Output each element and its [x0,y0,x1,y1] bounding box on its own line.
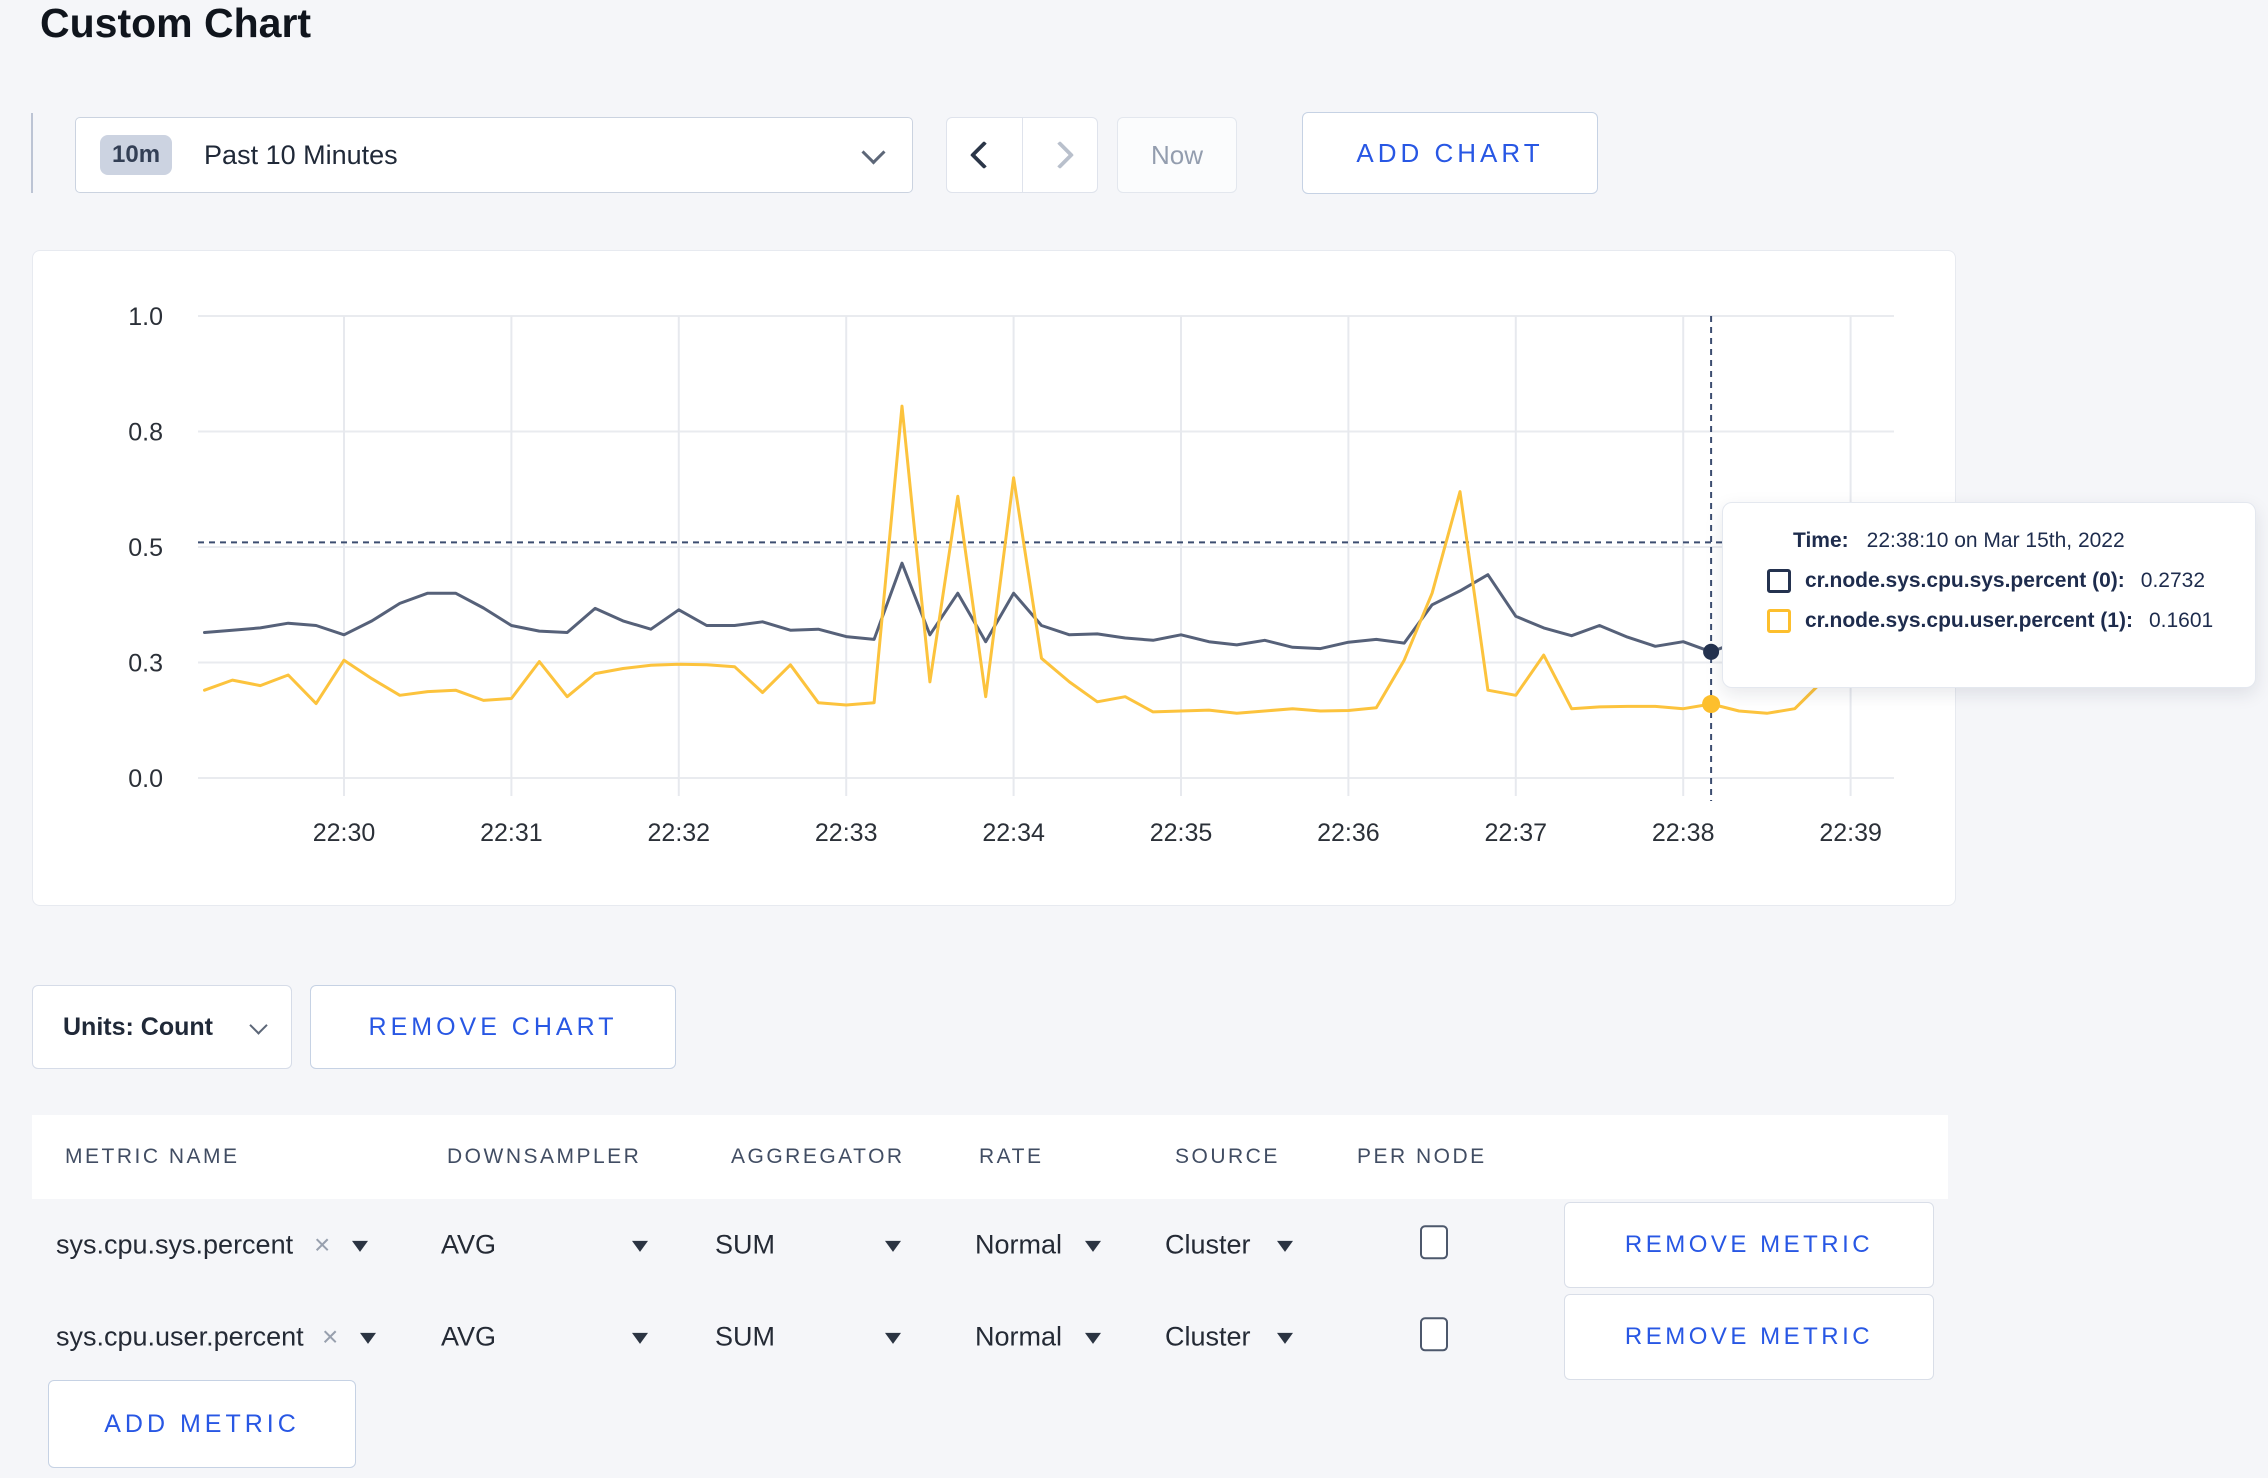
x-axis-tick-label: 22:37 [1485,819,1548,847]
rate-caret-icon[interactable] [1085,1332,1101,1344]
downsampler-select[interactable]: AVG [441,1322,496,1353]
source-caret-icon[interactable] [1277,1240,1293,1252]
y-axis-tick-label: 0.3 [128,650,163,678]
next-range-button[interactable] [1023,118,1098,192]
col-header-aggregator: AGGREGATOR [731,1145,905,1168]
tooltip-time-row: Time: 22:38:10 on Mar 15th, 2022 [1767,529,2255,553]
col-header-per-node: PER NODE [1357,1145,1487,1168]
source-select[interactable]: Cluster [1165,1322,1251,1353]
chevron-down-icon [861,139,886,165]
tooltip-series-name: cr.node.sys.cpu.user.percent (1): [1805,609,2133,632]
x-axis-tick-label: 22:31 [480,819,543,847]
y-axis-tick-label: 1.0 [128,303,163,331]
aggregator-caret-icon[interactable] [885,1332,901,1344]
downsampler-caret-icon[interactable] [632,1240,648,1252]
remove-chart-button[interactable]: REMOVE CHART [310,985,676,1069]
aggregator-select[interactable]: SUM [715,1230,775,1261]
tooltip-time-value: 22:38:10 on Mar 15th, 2022 [1866,529,2125,552]
chevron-right-icon [1045,140,1074,170]
col-header-source: SOURCE [1175,1145,1280,1168]
source-select[interactable]: Cluster [1165,1230,1251,1261]
metric-name-value[interactable]: sys.cpu.sys.percent [56,1230,293,1261]
tooltip-series-value: 0.2732 [2140,569,2206,592]
units-select-label: Units: Count [63,1012,213,1041]
tooltip-series-name: cr.node.sys.cpu.sys.percent (0): [1805,569,2125,592]
x-axis-tick-label: 22:36 [1317,819,1380,847]
x-axis-tick-label: 22:30 [313,819,376,847]
metric-name-caret-icon[interactable] [352,1240,368,1252]
col-header-downsampler: DOWNSAMPLER [447,1145,642,1168]
per-node-checkbox[interactable] [1420,1225,1448,1260]
rate-caret-icon[interactable] [1085,1240,1101,1252]
toolbar-divider [31,113,33,193]
time-step-group [946,117,1098,193]
prev-range-button[interactable] [947,118,1023,192]
chart-tooltip: Time: 22:38:10 on Mar 15th, 2022 cr.node… [1722,502,2256,688]
tooltip-series-row: cr.node.sys.cpu.user.percent (1): 0.1601 [1767,609,2255,633]
y-axis-tick-label: 0.5 [128,534,163,562]
page-title: Custom Chart [40,0,312,46]
clear-metric-icon[interactable] [314,1231,330,1259]
y-axis-tick-label: 0.8 [128,419,163,447]
metric-row: sys.cpu.user.percent AVG SUM Normal Clus… [32,1292,1948,1382]
aggregator-caret-icon[interactable] [885,1240,901,1252]
now-button[interactable]: Now [1117,117,1237,193]
series-user-swatch-icon [1767,609,1791,633]
x-axis-tick-label: 22:39 [1819,819,1882,847]
x-axis-tick-label: 22:35 [1150,819,1213,847]
x-axis-tick-label: 22:33 [815,819,878,847]
custom-chart-page: Custom Chart 10m Past 10 Minutes Now ADD… [0,0,2268,1478]
add-chart-button[interactable]: ADD CHART [1302,112,1598,194]
col-header-metric-name: METRIC NAME [65,1145,240,1168]
remove-metric-button[interactable]: REMOVE METRIC [1564,1202,1934,1288]
aggregator-select[interactable]: SUM [715,1322,775,1353]
x-axis-tick-label: 22:34 [982,819,1045,847]
metrics-table-header: METRIC NAME DOWNSAMPLER AGGREGATOR RATE … [32,1115,1948,1199]
metric-row: sys.cpu.sys.percent AVG SUM Normal Clust… [32,1200,1948,1290]
time-range-select[interactable]: 10m Past 10 Minutes [75,117,913,193]
series-line [203,404,1880,715]
per-node-checkbox[interactable] [1420,1317,1448,1352]
units-select[interactable]: Units: Count [32,985,292,1069]
metric-name-caret-icon[interactable] [360,1332,376,1344]
chevron-down-icon [249,1015,268,1035]
downsampler-caret-icon[interactable] [632,1332,648,1344]
tooltip-time-label: Time: [1793,529,1849,552]
time-range-badge: 10m [100,135,173,175]
chevron-left-icon [970,140,999,170]
x-axis-tick-label: 22:32 [648,819,711,847]
rate-select[interactable]: Normal [975,1322,1062,1353]
add-metric-button[interactable]: ADD METRIC [48,1380,356,1468]
downsampler-select[interactable]: AVG [441,1230,496,1261]
source-caret-icon[interactable] [1277,1332,1293,1344]
time-range-label: Past 10 Minutes [204,139,398,170]
line-chart[interactable]: 0.0 0.3 0.5 0.8 1.0 22:30 22:31 22:32 22:33 22:34… [33,251,1957,905]
y-axis-tick-label: 0.0 [128,765,163,793]
series-sys-swatch-icon [1767,569,1791,593]
remove-metric-button[interactable]: REMOVE METRIC [1564,1294,1934,1380]
clear-metric-icon[interactable] [322,1323,338,1351]
rate-select[interactable]: Normal [975,1230,1062,1261]
x-axis-tick-label: 22:38 [1652,819,1715,847]
chart-card: 0.0 0.3 0.5 0.8 1.0 22:30 22:31 22:32 22:33 22:34… [32,250,1956,906]
tooltip-series-value: 0.1601 [2148,609,2214,632]
metric-name-value[interactable]: sys.cpu.user.percent [56,1322,304,1353]
series-line [203,561,1880,654]
tooltip-series-row: cr.node.sys.cpu.sys.percent (0): 0.2732 [1767,569,2255,593]
col-header-rate: RATE [979,1145,1044,1168]
